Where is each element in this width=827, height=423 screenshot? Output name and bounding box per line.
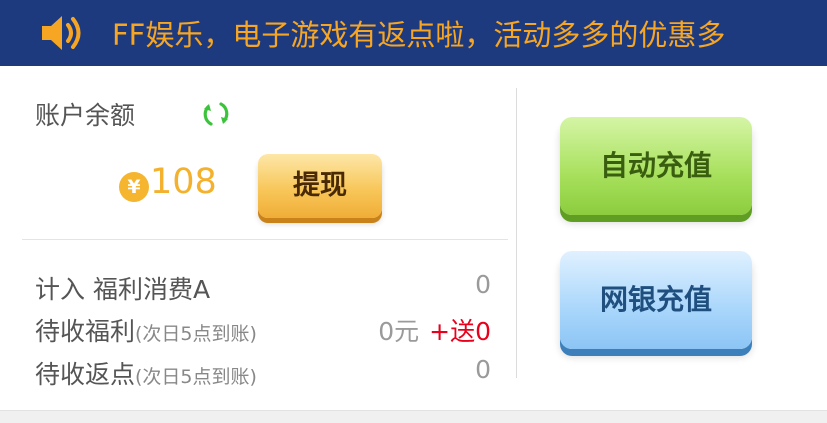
detail-value: 0: [475, 355, 491, 384]
detail-row: 计入 福利消费A 0: [35, 270, 505, 310]
yen-icon: ¥: [119, 172, 149, 202]
auto-recharge-button[interactable]: 自动充值: [560, 117, 752, 215]
balance-amount: 108: [150, 162, 217, 202]
detail-note: (次日5点到账): [135, 323, 257, 345]
announcement-banner: FF娱乐，电子游戏有返点啦，活动多多的优惠多: [0, 0, 827, 66]
refresh-icon[interactable]: [200, 98, 232, 130]
detail-label: 计入 福利消费A: [35, 275, 211, 304]
detail-label: 待收返点: [35, 360, 136, 389]
speaker-icon: [42, 16, 81, 50]
detail-value: 0: [475, 270, 491, 299]
detail-label: 待收福利: [35, 317, 136, 346]
bank-recharge-button[interactable]: 网银充值: [560, 251, 752, 349]
detail-row: 待收返点(次日5点到账) 0: [35, 355, 505, 395]
withdraw-button[interactable]: 提现: [258, 154, 382, 218]
detail-note: (次日5点到账): [135, 366, 257, 388]
account-panel: 账户余额 ¥ 108 提现 计入 福利消费A 0 待收福利(次日5点到账) 0元…: [22, 66, 508, 406]
footer-strip: [0, 410, 827, 423]
bonus-value: +送0: [429, 317, 491, 346]
announcement-text: FF娱乐，电子游戏有返点啦，活动多多的优惠多: [112, 18, 726, 52]
marquee-fade: [767, 0, 827, 66]
balance-label: 账户余额: [35, 101, 136, 130]
vertical-divider: [516, 88, 517, 378]
divider: [22, 239, 508, 240]
detail-row: 待收福利(次日5点到账) 0元 +送0: [35, 312, 505, 352]
detail-value: 0元 +送0: [378, 317, 491, 346]
